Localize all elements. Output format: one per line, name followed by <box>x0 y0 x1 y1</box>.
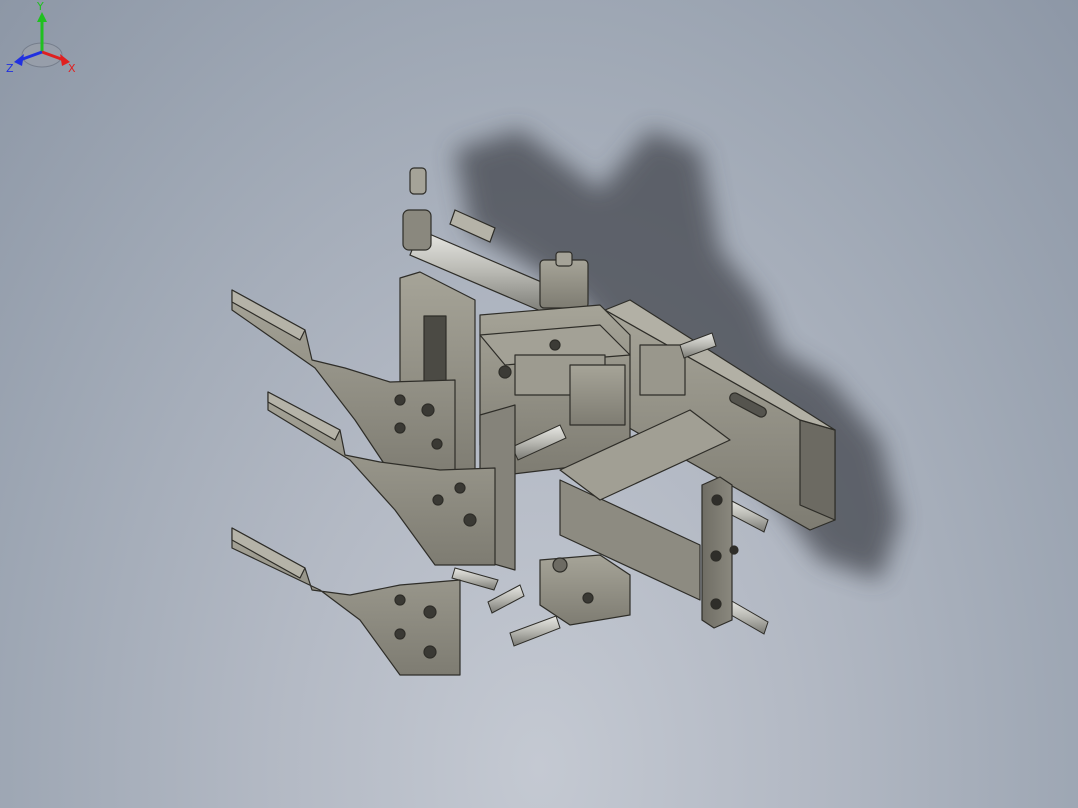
y-axis-arrow <box>37 12 47 22</box>
right-mount-plate[interactable] <box>701 476 739 629</box>
z-axis-arrow <box>14 54 24 66</box>
y-axis-label: Y <box>36 0 44 13</box>
model-render[interactable] <box>0 0 1078 808</box>
coordinate-triad: Y X Z <box>6 0 76 75</box>
z-axis-label: Z <box>6 62 14 75</box>
x-axis-label: X <box>68 62 76 75</box>
lower-slide-block[interactable] <box>539 554 631 626</box>
cad-viewport[interactable]: Y X Z <box>0 0 1078 808</box>
